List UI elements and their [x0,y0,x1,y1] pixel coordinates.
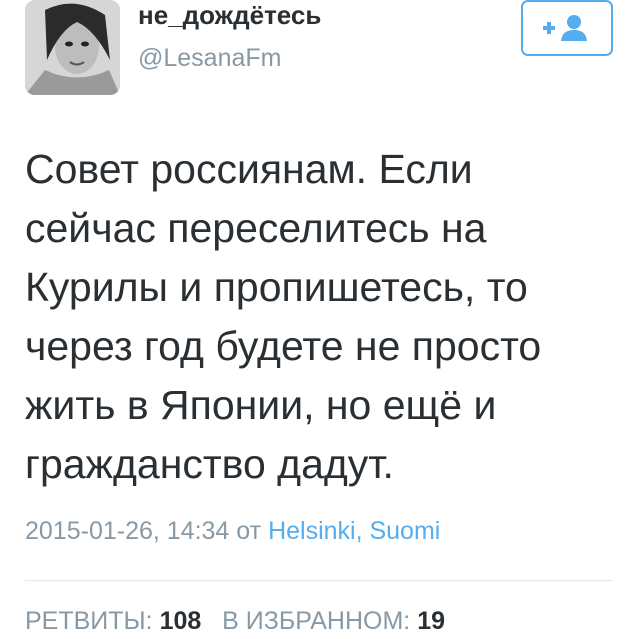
tweet-line: жить в Японии, но ещё и [25,382,497,428]
location-link[interactable]: Helsinki, Suomi [268,517,440,545]
tweet-line: Курилы и пропишетесь, то [25,264,528,310]
divider [25,580,613,581]
tweet-text: Совет россиянам. Если сейчас переселитес… [25,140,625,494]
follow-button[interactable] [521,0,613,56]
tweet-timestamp[interactable]: 2015-01-26, 14:34 [25,517,229,545]
add-user-icon [543,15,587,41]
from-label: от [236,517,262,545]
retweets-count[interactable]: 108 [160,607,202,635]
user-handle[interactable]: @LesanaFm [138,44,282,73]
favorites-count[interactable]: 19 [417,607,445,635]
tweet-line: Совет россиянам. Если [25,146,473,192]
avatar-image [25,0,120,95]
tweet-line: гражданство дадут. [25,441,394,487]
favorites-label[interactable]: В ИЗБРАННОМ: [222,607,410,635]
avatar[interactable] [25,0,120,95]
tweet-meta: 2015-01-26, 14:34 от Helsinki, Suomi [25,517,440,546]
tweet-line: через год будете не просто [25,323,542,369]
display-name[interactable]: не_дождётесь [138,0,321,31]
tweet-line: сейчас переселитесь на [25,205,487,251]
retweets-label[interactable]: РЕТВИТЫ: [25,607,153,635]
tweet-stats: РЕТВИТЫ: 108 В ИЗБРАННОМ: 19 [25,607,445,636]
